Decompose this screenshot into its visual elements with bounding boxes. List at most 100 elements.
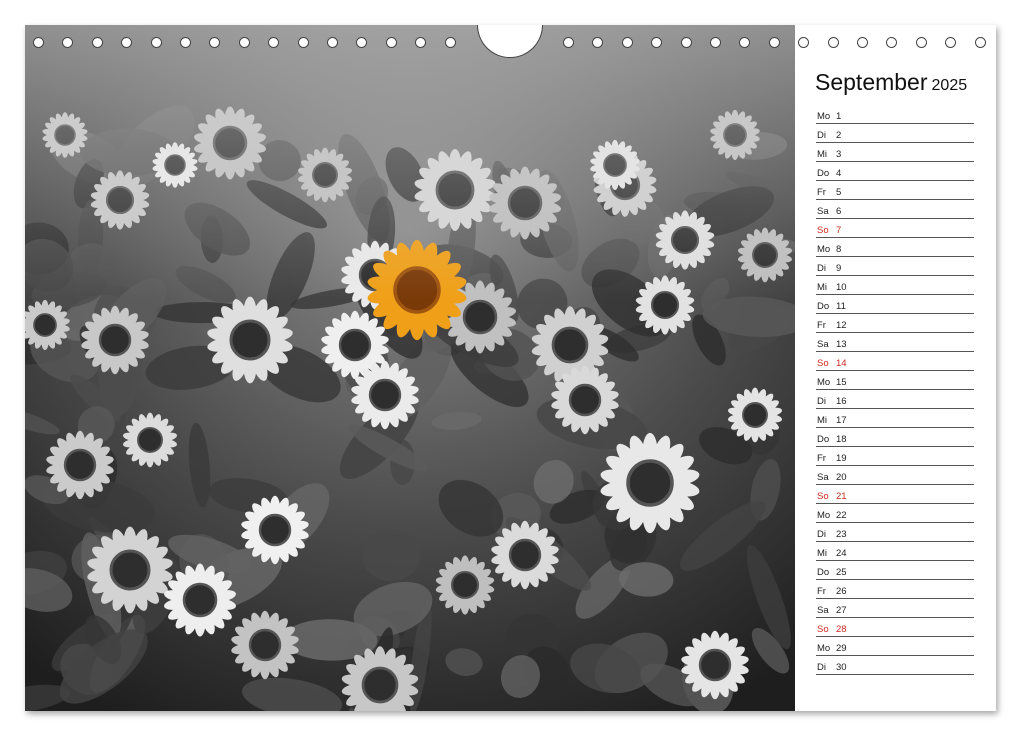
weekday-label: Di [817, 662, 826, 673]
binding-ring [356, 37, 367, 48]
day-number: 20 [836, 472, 847, 483]
day-row: Do 18 [816, 428, 974, 447]
day-number: 19 [836, 453, 847, 464]
day-row: Fr 26 [816, 580, 974, 599]
day-row: Di 9 [816, 257, 974, 276]
day-number: 24 [836, 548, 847, 559]
binding-ring [33, 37, 44, 48]
weekday-label: Sa [817, 472, 829, 483]
day-number: 3 [836, 149, 842, 160]
binding-ring [239, 37, 250, 48]
month-name: September [815, 69, 928, 95]
weekday-label: Sa [817, 206, 829, 217]
binding-ring [151, 37, 162, 48]
month-year: 2025 [931, 77, 968, 94]
binding-ring [798, 37, 809, 48]
month-title: September 2025 [815, 69, 967, 96]
weekday-label: Do [817, 168, 830, 179]
day-row: Do 4 [816, 162, 974, 181]
binding-ring [386, 37, 397, 48]
weekday-label: Do [817, 301, 830, 312]
day-row: So 14 [816, 352, 974, 371]
weekday-label: Sa [817, 339, 829, 350]
binding-ring [415, 37, 426, 48]
day-row: Fr 12 [816, 314, 974, 333]
weekday-label: Di [817, 130, 826, 141]
day-number: 13 [836, 339, 847, 350]
day-number: 9 [836, 263, 842, 274]
day-number: 22 [836, 510, 847, 521]
day-row: Di 23 [816, 523, 974, 542]
day-number: 30 [836, 662, 847, 673]
weekday-label: So [817, 624, 829, 635]
binding-ring [916, 37, 927, 48]
day-row: So 7 [816, 219, 974, 238]
binding-ring [180, 37, 191, 48]
binding-ring [857, 37, 868, 48]
weekday-label: Fr [817, 187, 826, 198]
weekday-label: Mo [817, 244, 831, 255]
weekday-label: Do [817, 567, 830, 578]
day-row: Mi 17 [816, 409, 974, 428]
binding-ring [622, 37, 633, 48]
weekday-label: Mo [817, 111, 831, 122]
binding-ring [886, 37, 897, 48]
day-number: 7 [836, 225, 842, 236]
weekday-label: Fr [817, 320, 826, 331]
spiral-binding [25, 25, 996, 58]
day-number: 27 [836, 605, 847, 616]
calendar-page: September 2025 Mo 1 Di 2 Mi 3 Do 4 Fr 5 Sa 6 So 7 Mo 8 Di… [25, 25, 996, 711]
day-row: Mo 22 [816, 504, 974, 523]
day-number: 8 [836, 244, 842, 255]
day-number: 25 [836, 567, 847, 578]
binding-ring [710, 37, 721, 48]
weekday-label: Mi [817, 282, 828, 293]
binding-ring [592, 37, 603, 48]
weekday-label: Sa [817, 605, 829, 616]
binding-ring [563, 37, 574, 48]
day-list: Mo 1 Di 2 Mi 3 Do 4 Fr 5 Sa 6 So 7 Mo 8 Di 9 Mi 10 Do 11 Fr 12 S… [816, 105, 974, 675]
day-row: So 28 [816, 618, 974, 637]
binding-ring [268, 37, 279, 48]
day-row: Do 11 [816, 295, 974, 314]
weekday-label: So [817, 491, 829, 502]
binding-ring [681, 37, 692, 48]
weekday-label: Mi [817, 548, 828, 559]
day-number: 11 [836, 301, 846, 312]
binding-ring [298, 37, 309, 48]
binding-ring [92, 37, 103, 48]
weekday-label: So [817, 358, 829, 369]
binding-ring [975, 37, 986, 48]
day-row: Di 16 [816, 390, 974, 409]
binding-ring [445, 37, 456, 48]
weekday-label: Do [817, 434, 830, 445]
day-number: 26 [836, 586, 847, 597]
weekday-label: So [817, 225, 829, 236]
day-number: 2 [836, 130, 842, 141]
day-number: 16 [836, 396, 847, 407]
weekday-label: Fr [817, 453, 826, 464]
sunflower-photo [25, 25, 795, 711]
day-row: Mo 15 [816, 371, 974, 390]
day-number: 4 [836, 168, 842, 179]
day-number: 15 [836, 377, 847, 388]
day-number: 18 [836, 434, 847, 445]
day-row: Mo 8 [816, 238, 974, 257]
day-row: Fr 5 [816, 181, 974, 200]
day-row: Mi 10 [816, 276, 974, 295]
day-row: Di 2 [816, 124, 974, 143]
day-row: Sa 13 [816, 333, 974, 352]
day-number: 17 [836, 415, 847, 426]
weekday-label: Mi [817, 415, 828, 426]
weekday-label: Di [817, 263, 826, 274]
month-panel: September 2025 Mo 1 Di 2 Mi 3 Do 4 Fr 5 Sa 6 So 7 Mo 8 Di… [795, 25, 996, 711]
binding-ring [62, 37, 73, 48]
day-number: 5 [836, 187, 842, 198]
day-row: Sa 6 [816, 200, 974, 219]
sunflower-field-icon [25, 25, 795, 711]
day-row: So 21 [816, 485, 974, 504]
day-row: Do 25 [816, 561, 974, 580]
weekday-label: Di [817, 396, 826, 407]
day-number: 6 [836, 206, 842, 217]
day-number: 10 [836, 282, 847, 293]
